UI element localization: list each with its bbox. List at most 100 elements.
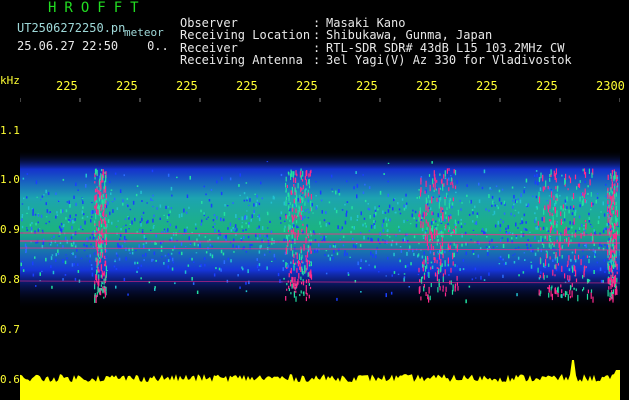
noise-dot [571,212,574,216]
noise-dot [363,235,365,240]
noise-dot [432,221,435,224]
noise-dot [606,223,608,225]
noise-dot [322,238,325,241]
echo-mark [447,257,449,264]
noise-dot [283,277,285,280]
echo-mark [547,205,549,213]
noise-dot [209,238,211,241]
noise-dot [355,171,357,174]
echo-mark [309,246,311,251]
echo-mark [442,285,444,289]
antenna-label: Receiving Antenna [180,53,303,67]
echo-mark [305,291,307,295]
noise-dot [375,211,377,215]
echo-mark [295,199,297,206]
y-tick: 1.0 [0,173,20,186]
noise-dot [462,268,465,271]
noise-dot [374,224,376,229]
noise-dot [398,208,401,211]
noise-dot [112,209,114,213]
noise-dot [314,239,317,242]
noise-dot [248,280,250,285]
echo-mark [552,269,554,276]
echo-mark [611,213,613,218]
echo-mark [569,275,571,281]
noise-dot [533,174,536,178]
noise-dot [402,238,404,242]
noise-dot [35,285,37,287]
noise-dot [596,196,599,199]
noise-dot [119,234,122,237]
echo-mark [442,183,444,191]
noise-dot [248,204,250,206]
noise-dot [180,242,183,246]
echo-mark [551,285,553,289]
noise-dot [277,272,280,277]
echo-mark [538,196,541,204]
noise-dot [339,229,342,232]
noise-dot [55,215,57,219]
noise-dot [263,253,266,256]
echo-mark [585,224,587,230]
noise-dot [485,228,487,232]
noise-dot [163,214,165,216]
noise-dot [21,203,24,205]
noise-dot [307,199,310,203]
noise-dot [490,188,492,191]
noise-dot [66,257,68,260]
noise-dot [193,261,195,263]
echo-mark [583,168,586,175]
echo-mark [588,279,590,283]
noise-dot [534,212,536,215]
noise-dot [498,189,501,193]
noise-dot [40,214,43,218]
echo-mark [607,261,609,269]
echo-mark [104,203,106,208]
noise-dot [404,265,407,268]
noise-dot [492,200,494,205]
noise-dot [368,186,371,189]
echo-mark [103,296,105,299]
noise-dot [126,197,129,200]
noise-dot [594,250,596,254]
noise-dot [448,177,450,181]
mode-label: meteor [124,26,164,39]
echo-mark [455,244,457,249]
echo-mark [97,286,99,294]
echo-mark [433,189,435,192]
app-title: HROFFT [48,0,147,16]
noise-dot [240,237,242,240]
echo-mark [100,264,103,270]
noise-dot [224,204,226,207]
noise-dot [74,245,77,248]
antenna-value: 3el Yagi(V) Az 330 for Vladivostok [326,53,572,67]
echo-mark [582,275,584,279]
echo-mark [454,185,457,190]
echo-mark [425,219,427,224]
noise-dot [232,227,234,230]
noise-dot [481,228,484,231]
noise-dot [472,252,475,255]
noise-dot [493,210,496,215]
noise-dot [237,274,239,277]
echo-mark [304,267,306,274]
echo-mark [549,174,551,178]
noise-dot [307,245,310,248]
noise-dot [415,223,418,228]
echo-mark [440,265,442,271]
noise-dot [200,264,202,268]
noise-dot [362,191,365,194]
echo-mark [453,230,455,234]
noise-dot [146,202,148,204]
echo-mark [293,253,295,259]
noise-dot [522,271,525,274]
echo-mark [547,287,549,289]
noise-dot [581,232,584,235]
noise-dot [154,286,156,289]
noise-dot [520,193,522,198]
echo-mark [96,169,98,176]
colon: : [313,53,321,67]
noise-dot [41,270,43,272]
echo-mark [566,237,568,242]
echo-mark [454,264,456,267]
